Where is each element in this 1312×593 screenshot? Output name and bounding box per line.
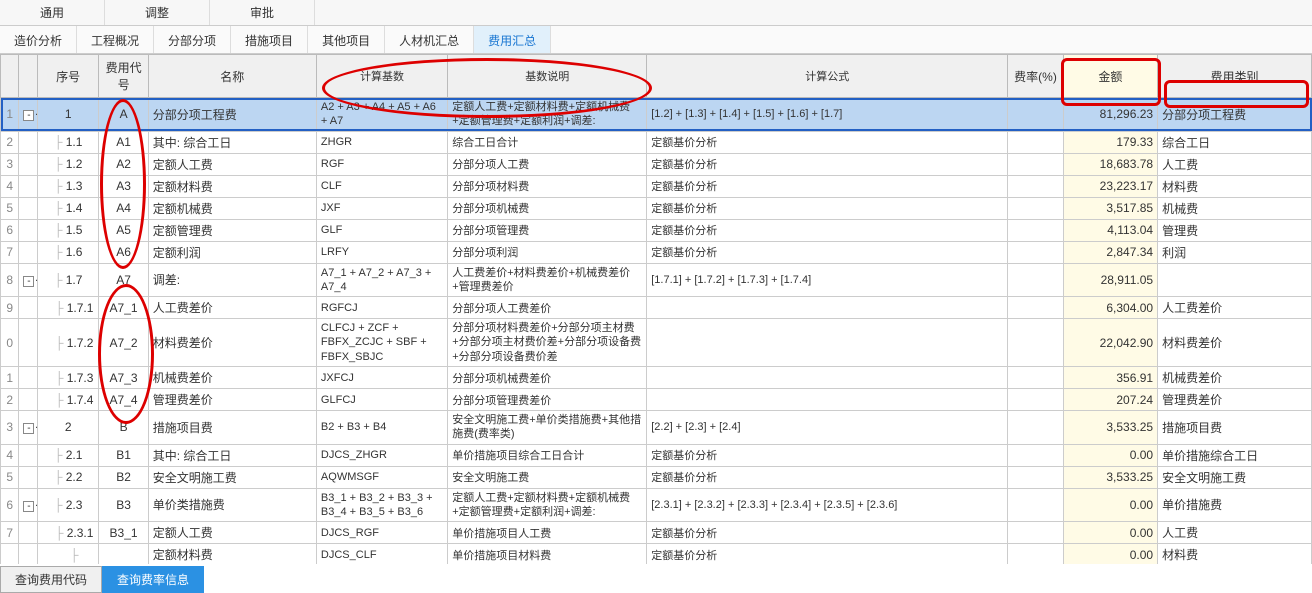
table-row[interactable]: 5├ 2.2B2安全文明施工费AQWMSGF安全文明施工费定额基价分析3,533… [1, 466, 1312, 488]
table-row[interactable]: 7 ├ 2.3.1B3_1定额人工费DJCS_RGF单价措施项目人工费定额基价分… [1, 522, 1312, 544]
table-row[interactable]: 6-├ 2.3B3单价类措施费B3_1 + B3_2 + B3_3 + B3_4… [1, 488, 1312, 522]
table-row[interactable]: 3-2B措施项目费B2 + B3 + B4安全文明施工费+单价类措施费+其他措施… [1, 411, 1312, 445]
sub-tab[interactable]: 造价分析 [0, 26, 77, 53]
header-calc[interactable]: 计算基数 [316, 55, 447, 98]
header-code[interactable]: 费用代号 [99, 55, 148, 98]
header-seq[interactable]: 序号 [37, 55, 99, 98]
sub-tab[interactable]: 工程概况 [77, 26, 154, 53]
top-tab[interactable]: 审批 [210, 0, 315, 25]
table-row[interactable]: 5├ 1.4A4定额机械费JXF分部分项机械费定额基价分析3,517.85机械费 [1, 197, 1312, 219]
table-row[interactable]: 4├ 2.1B1其中: 综合工日DJCS_ZHGR单价措施项目综合工日合计定额基… [1, 444, 1312, 466]
sub-tab[interactable]: 费用汇总 [474, 26, 551, 53]
query-rate-info-button[interactable]: 查询费率信息 [102, 566, 204, 593]
top-tab[interactable]: 通用 [0, 0, 105, 25]
table-row[interactable]: 2├ 1.1A1其中: 综合工日ZHGR综合工日合计定额基价分析179.33综合… [1, 131, 1312, 153]
expand-toggle[interactable]: - [23, 423, 34, 434]
table-row[interactable]: 1-1A分部分项工程费A2 + A3 + A4 + A5 + A6 + A7定额… [1, 98, 1312, 132]
expand-toggle[interactable]: - [23, 276, 34, 287]
header-name[interactable]: 名称 [148, 55, 316, 98]
fee-summary-grid[interactable]: 序号 费用代号 名称 计算基数 基数说明 计算公式 费率(%) 金额 费用类别 … [0, 54, 1312, 564]
header-rate[interactable]: 费率(%) [1008, 55, 1063, 98]
table-row[interactable]: 9 ├ 1.7.1A7_1人工费差价RGFCJ分部分项人工费差价6,304.00… [1, 297, 1312, 319]
table-row[interactable]: 3├ 1.2A2定额人工费RGF分部分项人工费定额基价分析18,683.78人工… [1, 153, 1312, 175]
table-row[interactable]: 0 ├ 1.7.2A7_2材料费差价CLFCJ + ZCF + FBFX_ZCJ… [1, 319, 1312, 367]
expand-toggle[interactable]: - [23, 110, 34, 121]
table-row[interactable]: 4├ 1.3A3定额材料费CLF分部分项材料费定额基价分析23,223.17材料… [1, 175, 1312, 197]
table-row[interactable]: 6├ 1.5A5定额管理费GLF分部分项管理费定额基价分析4,113.04管理费 [1, 219, 1312, 241]
header-cat[interactable]: 费用类别 [1158, 55, 1312, 98]
sub-tab[interactable]: 人材机汇总 [385, 26, 474, 53]
header-formula[interactable]: 计算公式 [647, 55, 1008, 98]
expand-toggle[interactable]: - [23, 501, 34, 512]
sub-tabs: 造价分析工程概况分部分项措施项目其他项目人材机汇总费用汇总 [0, 26, 1312, 54]
query-fee-code-button[interactable]: 查询费用代码 [0, 566, 102, 593]
table-row[interactable]: 7├ 1.6A6定额利润LRFY分部分项利润定额基价分析2,847.34利润 [1, 241, 1312, 263]
top-tabs: 通用调整审批 [0, 0, 1312, 26]
table-row[interactable]: 1 ├ 1.7.3A7_3机械费差价JXFCJ分部分项机械费差价356.91机械… [1, 367, 1312, 389]
table-row[interactable]: 8-├ 1.7A7调差:A7_1 + A7_2 + A7_3 + A7_4人工费… [1, 263, 1312, 297]
top-tab[interactable]: 调整 [105, 0, 210, 25]
header-amt[interactable]: 金额 [1063, 55, 1157, 98]
table-row[interactable]: 2 ├ 1.7.4A7_4管理费差价GLFCJ分部分项管理费差价207.24管理… [1, 389, 1312, 411]
sub-tab[interactable]: 其他项目 [308, 26, 385, 53]
sub-tab[interactable]: 措施项目 [231, 26, 308, 53]
sub-tab[interactable]: 分部分项 [154, 26, 231, 53]
header-desc[interactable]: 基数说明 [448, 55, 647, 98]
table-row[interactable]: ├ 定额材料费DJCS_CLF单价措施项目材料费定额基价分析0.00材料费 [1, 544, 1312, 564]
